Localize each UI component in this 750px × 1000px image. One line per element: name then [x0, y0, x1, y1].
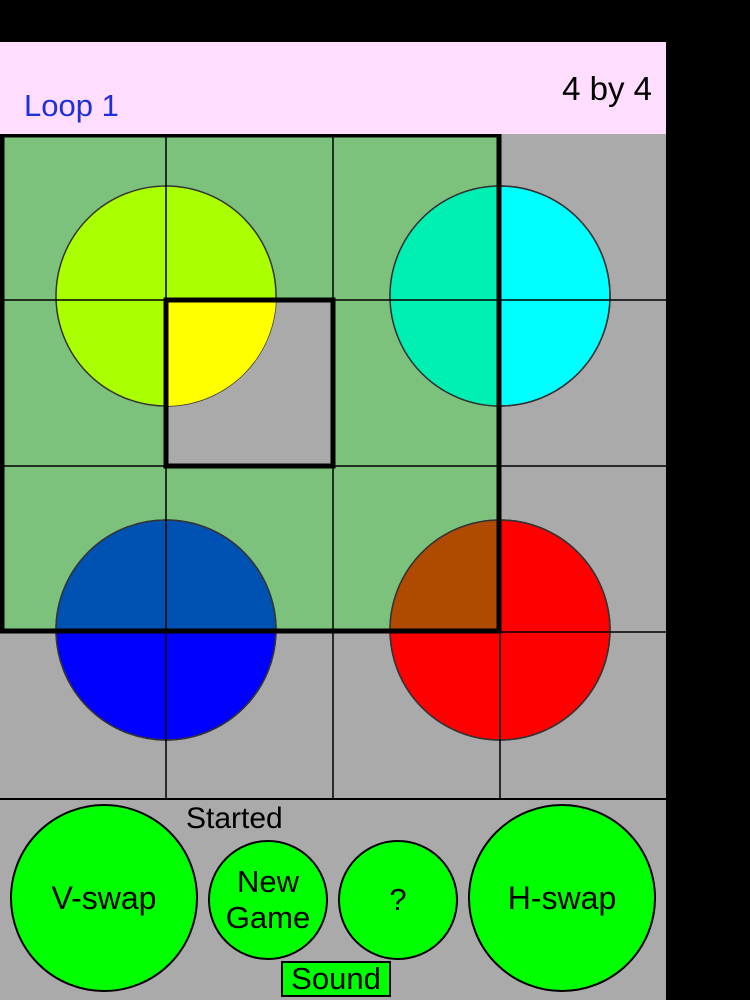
- new-game-label-line1: New: [236, 864, 299, 900]
- game-board[interactable]: [0, 134, 666, 800]
- header-bar: Loop 1 4 by 4: [0, 42, 666, 134]
- v-swap-label: V-swap: [51, 879, 157, 916]
- new-game-button[interactable]: New Game: [208, 840, 328, 960]
- controls-divider: [0, 798, 666, 800]
- h-swap-button[interactable]: H-swap: [468, 804, 656, 992]
- sound-label: Sound: [291, 961, 381, 996]
- help-button[interactable]: ?: [338, 840, 458, 960]
- h-swap-label: H-swap: [507, 879, 617, 916]
- help-label: ?: [389, 882, 407, 918]
- v-swap-button[interactable]: V-swap: [10, 804, 198, 992]
- level-title: Loop 1: [24, 88, 119, 123]
- new-game-label-line2: Game: [225, 900, 311, 935]
- status-text: Started: [186, 802, 283, 835]
- board-canvas[interactable]: [0, 134, 666, 800]
- game-screen: Loop 1 4 by 4 Started V-swap New Game ? …: [0, 42, 666, 1000]
- board-size-label: 4 by 4: [562, 70, 652, 107]
- sound-button[interactable]: Sound: [281, 961, 391, 997]
